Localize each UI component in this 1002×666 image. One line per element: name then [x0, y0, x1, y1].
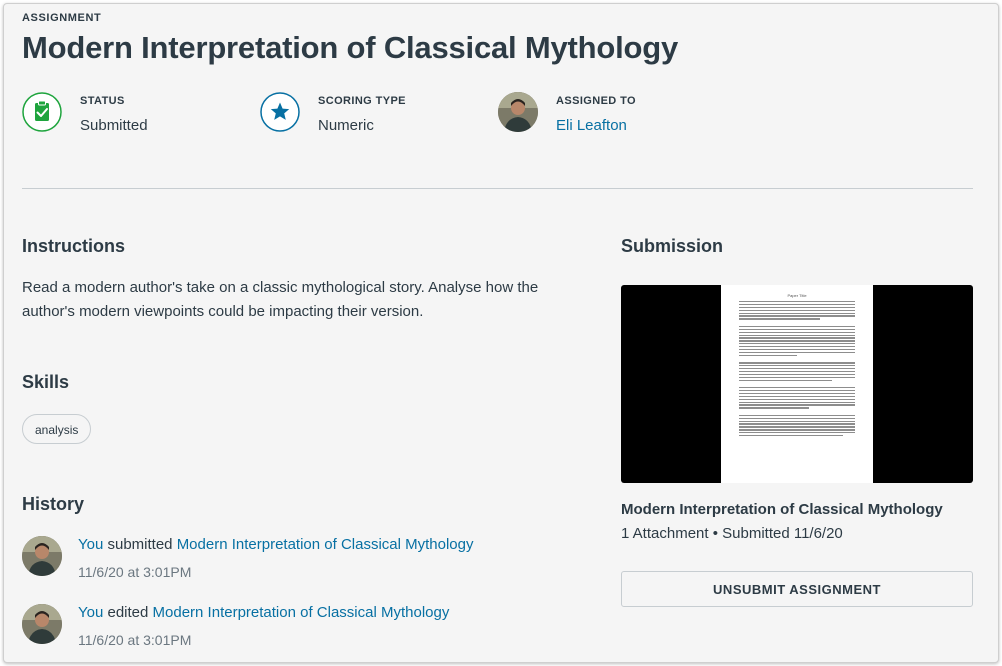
document-text-line: [739, 432, 855, 434]
unsubmit-assignment-button[interactable]: UNSUBMIT ASSIGNMENT: [621, 571, 973, 607]
document-text-line: [739, 395, 855, 398]
document-text-line: [739, 389, 855, 392]
history-text: You submitted Modern Interpretation of C…: [78, 536, 474, 553]
document-text-line: [739, 325, 855, 328]
document-text-line: [739, 387, 855, 389]
history-verb: submitted: [103, 536, 177, 553]
history-timestamp: 11/6/20 at 3:01PM: [78, 564, 192, 580]
document-text-lines: [739, 301, 855, 438]
assigned-to-label: ASSIGNED TO: [556, 95, 636, 107]
clipboard-check-icon: [22, 92, 62, 132]
document-text-line: [739, 340, 855, 342]
document-text-line: [739, 417, 855, 419]
document-text-line: [739, 423, 855, 425]
document-text-line: [739, 376, 855, 378]
instructions-heading: Instructions: [22, 236, 126, 256]
history-heading: History: [22, 494, 85, 514]
document-text-line: [739, 435, 844, 437]
document-text-line: [739, 306, 855, 309]
avatar: [22, 536, 62, 576]
document-text-line: [739, 331, 855, 333]
history-text: You edited Modern Interpretation of Clas…: [78, 604, 449, 621]
scoring-type-value: Numeric: [318, 117, 374, 134]
document-text-line: [739, 334, 855, 336]
avatar: [22, 604, 62, 644]
document-text-line: [739, 337, 855, 339]
document-text-line: [739, 315, 855, 317]
document-text-line: [739, 309, 855, 311]
history-target-link[interactable]: Modern Interpretation of Classical Mytho…: [177, 536, 474, 553]
document-text-line: [739, 426, 855, 428]
divider: [22, 188, 973, 189]
status-value: Submitted: [80, 117, 148, 134]
document-text-line: [739, 346, 855, 348]
avatar: [498, 92, 538, 132]
document-text-line: [739, 379, 832, 381]
document-thumbnail-title: Paper Title: [787, 293, 807, 298]
document-text-line: [739, 328, 855, 331]
instructions-text: Read a modern author's take on a classic…: [22, 279, 539, 320]
assignee-link[interactable]: Eli Leafton: [556, 117, 627, 134]
document-text-line: [739, 373, 855, 376]
document-text-line: [739, 358, 855, 361]
document-text-line: [739, 318, 821, 320]
page-eyebrow: ASSIGNMENT: [22, 12, 102, 24]
status-block: STATUS Submitted: [22, 92, 222, 140]
skills-heading: Skills: [22, 372, 70, 392]
history-timestamp: 11/6/20 at 3:01PM: [78, 632, 192, 648]
skill-pill[interactable]: analysis: [22, 414, 92, 444]
document-text-line: [739, 398, 855, 400]
document-text-line: [739, 348, 855, 351]
scoring-type-block: SCORING TYPE Numeric: [260, 92, 460, 140]
history-verb: edited: [103, 604, 153, 621]
document-text-line: [739, 404, 855, 406]
document-text-line: [739, 303, 855, 306]
document-text-line: [739, 354, 797, 357]
submission-preview[interactable]: Paper Title: [621, 285, 973, 483]
submission-meta: 1 Attachment • Submitted 11/6/20: [621, 525, 843, 542]
document-text-line: [739, 420, 855, 422]
document-text-line: [739, 401, 855, 403]
document-text-line: [739, 407, 809, 409]
app-window: ASSIGNMENT Modern Interpretation of Clas…: [3, 3, 999, 663]
document-text-line: [739, 312, 855, 314]
history-item: You edited Modern Interpretation of Clas…: [22, 604, 582, 650]
document-text-line: [739, 362, 855, 364]
document-text-line: [739, 365, 855, 367]
history-actor-link[interactable]: You: [78, 536, 103, 553]
document-text-line: [739, 301, 855, 303]
scoring-type-label: SCORING TYPE: [318, 95, 406, 107]
history-item: You submitted Modern Interpretation of C…: [22, 536, 582, 582]
document-text-line: [739, 343, 855, 345]
status-label: STATUS: [80, 95, 125, 107]
document-thumbnail: Paper Title: [721, 285, 873, 483]
document-text-line: [739, 351, 855, 354]
document-text-line: [739, 370, 855, 373]
star-icon: [260, 92, 300, 132]
document-text-line: [739, 392, 855, 395]
document-text-line: [739, 410, 855, 413]
document-text-line: [739, 368, 855, 370]
history-target-link[interactable]: Modern Interpretation of Classical Mytho…: [153, 604, 450, 621]
assigned-to-block: ASSIGNED TO Eli Leafton: [498, 92, 698, 140]
page-title: Modern Interpretation of Classical Mytho…: [22, 30, 679, 65]
submission-heading: Submission: [621, 236, 724, 256]
document-text-line: [739, 429, 855, 431]
history-actor-link[interactable]: You: [78, 604, 103, 621]
document-text-line: [739, 321, 855, 324]
document-text-line: [739, 382, 855, 385]
submission-title: Modern Interpretation of Classical Mytho…: [621, 501, 943, 518]
document-text-line: [739, 414, 855, 417]
